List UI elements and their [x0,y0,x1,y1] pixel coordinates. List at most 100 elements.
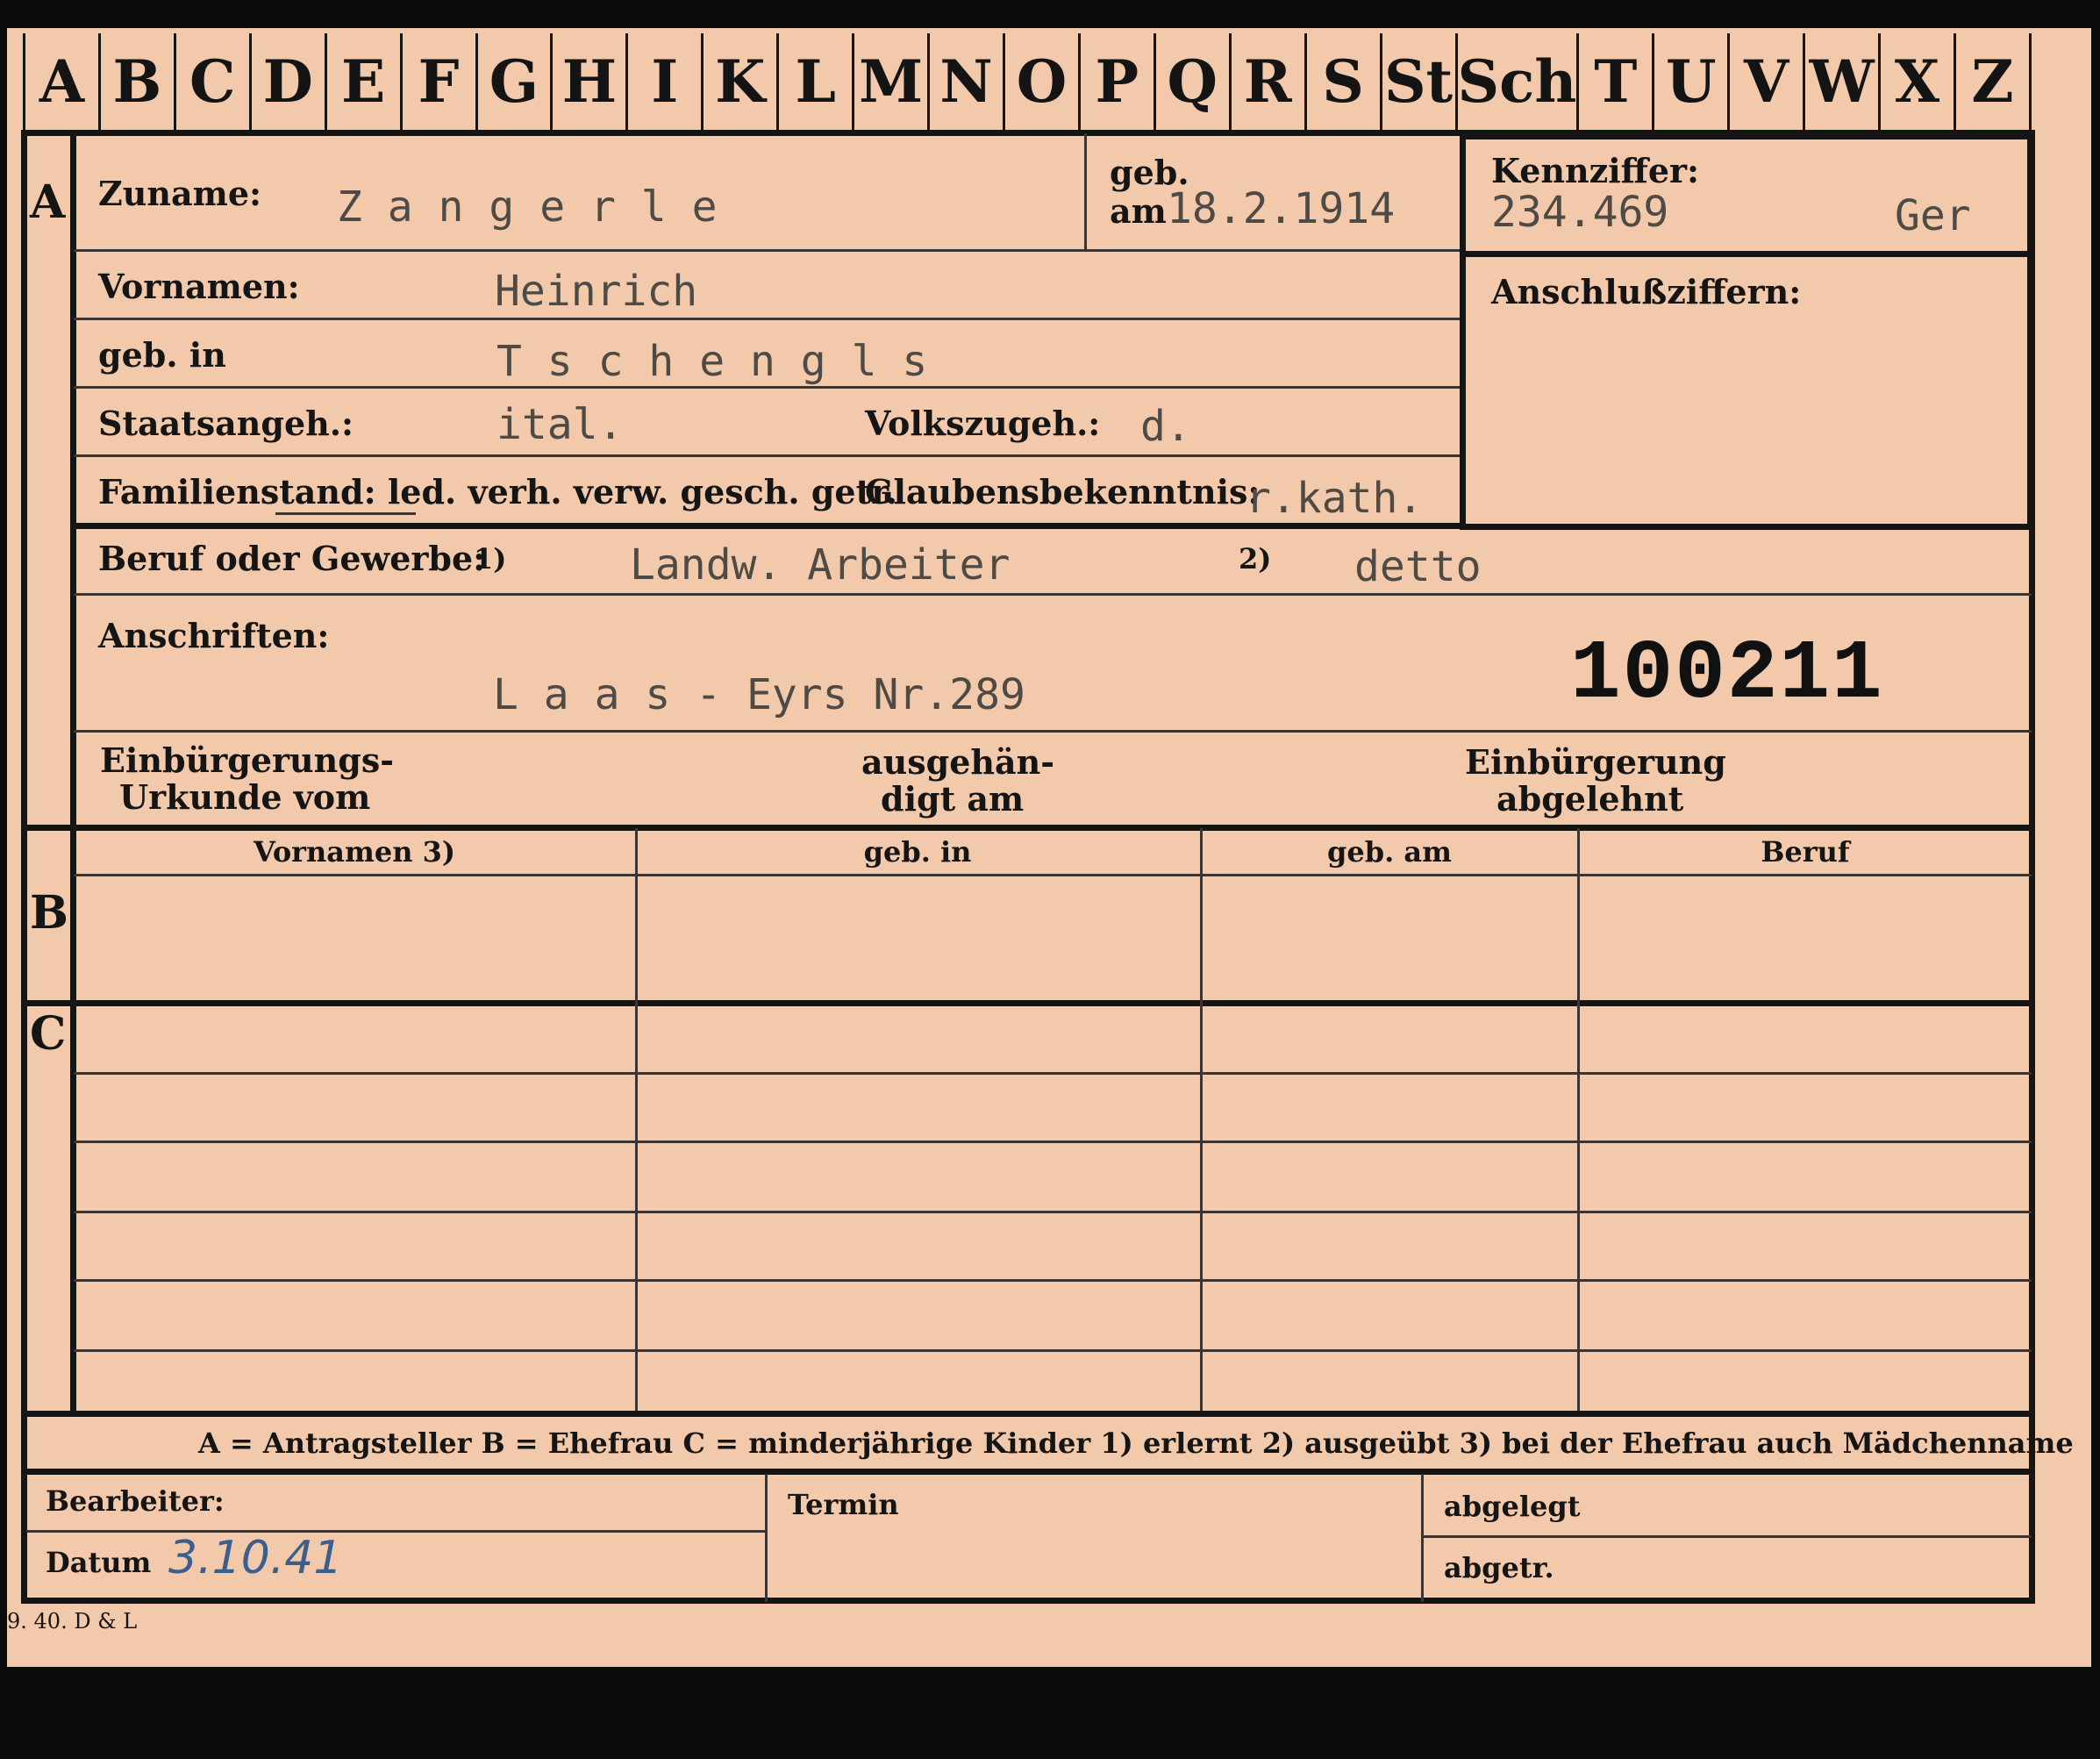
occupation-1-value: Landw. Arbeiter [630,540,1011,590]
table-col-line [635,828,638,1411]
spouse-col-birthplace: geb. in [863,835,972,869]
born-date-divider [1084,133,1087,249]
index-tab-h[interactable]: H [550,33,626,130]
index-tab-t[interactable]: T [1576,33,1653,130]
occupation-label: Beruf oder Gewerbe: [98,539,486,578]
stamp-number: 100211 [1570,626,1884,722]
occupation-mark-1: 1) [474,542,507,576]
index-tab-sch[interactable]: Sch [1454,33,1577,130]
section-a-label: A [30,175,66,229]
refused-label-1: Einbürgerung [1465,742,1726,782]
index-tab-q[interactable]: Q [1153,33,1229,130]
index-tab-z[interactable]: Z [1953,33,2032,130]
index-tab-k[interactable]: K [701,33,777,130]
term-label: Termin [788,1488,899,1521]
citizenship-label: Staatsangeh.: [98,404,354,443]
firstname-label: Vornamen: [98,267,300,306]
print-code: 9. 40. D & L [7,1609,138,1634]
birthplace-label: geb. in [98,335,226,375]
born-label-2: am [1110,191,1167,231]
index-tab-m[interactable]: M [852,33,928,130]
row-divider [74,593,2032,596]
index-tab-f[interactable]: F [399,33,475,130]
child-row-divider [74,1279,2032,1282]
address-label: Anschriften: [98,616,330,655]
child-row-divider [74,1349,2032,1352]
spouse-header-divider [74,874,2032,876]
firstname-value: Heinrich [495,267,698,316]
row-divider [74,318,1460,320]
index-tab-x[interactable]: X [1878,33,1954,130]
index-tab-c[interactable]: C [173,33,249,130]
row-divider [74,386,1460,389]
index-tab-r[interactable]: R [1228,33,1304,130]
index-tab-d[interactable]: D [248,33,325,130]
row-divider [74,454,1460,457]
child-row-divider [74,1140,2032,1143]
ethnicity-value: d. [1140,402,1191,451]
index-tab-u[interactable]: U [1652,33,1728,130]
legend-top-border [21,1411,2035,1417]
index-tab-a[interactable]: A [23,33,98,130]
filed-label: abgelegt [1444,1490,1581,1523]
index-tab-o[interactable]: O [1002,33,1078,130]
row-divider [74,730,2032,733]
spouse-col-firstnames: Vornamen 3) [253,835,456,869]
footer-row-divider [1423,1535,2032,1538]
index-tab-w[interactable]: W [1803,33,1879,130]
index-tab-n[interactable]: N [927,33,1003,130]
citizenship-value: ital. [496,400,624,449]
ethnicity-label: Volkszugeh.: [865,404,1101,443]
clerk-label: Bearbeiter: [46,1484,225,1518]
index-tab-i[interactable]: I [625,33,702,130]
date-value: 3.10.41 [168,1532,343,1584]
section-c-label: C [30,1007,67,1061]
row-divider [74,523,1460,529]
religion-value: r.kath. [1246,474,1424,523]
marital-underline [275,512,416,515]
child-row-divider [74,1211,2032,1213]
handed-over-label-1: ausgehän- [861,742,1055,782]
marital-status-label: Familienstand: led. verh. verw. gesch. g… [98,472,897,511]
legend-text: A = Antragsteller B = Ehefrau C = minder… [198,1427,2074,1460]
child-row-divider [74,1072,2032,1075]
copied-label: abgetr. [1444,1551,1554,1584]
naturalization-cert-label-2: Urkunde vom [119,777,371,817]
handed-over-label-2: digt am [881,779,1025,819]
table-col-line [1200,828,1203,1411]
address-value: L a a s - Eyrs Nr.289 [493,670,1025,719]
occupation-mark-2: 2) [1239,542,1272,576]
index-tab-p[interactable]: P [1077,33,1154,130]
birthplace-value: T s c h e n g l s [496,337,928,386]
index-tab-st[interactable]: St [1379,33,1455,130]
naturalization-cert-label-1: Einbürgerungs- [100,740,395,780]
spouse-col-occupation: Beruf [1761,835,1850,869]
footer-row-divider [26,1530,765,1533]
born-date-value: 18.2.1914 [1167,184,1396,233]
footer-col-line [765,1474,768,1602]
surname-label: Zuname: [98,174,262,213]
table-col-line [1577,828,1580,1411]
id-label: Kennziffer: [1491,151,1700,190]
spouse-col-birthdate: geb. am [1327,835,1452,869]
index-tab-s[interactable]: S [1304,33,1380,130]
index-tab-e[interactable]: E [324,33,400,130]
section-b-label: B [30,886,68,940]
id-number: 234.469 [1491,188,1669,237]
alphabet-index-tabs: A B C D E F G H I K L M N O P Q R S St Sch T U V W X Z [23,33,2032,130]
section-column-divider [70,130,76,1411]
religion-label: Glaubensbekenntnis: [865,472,1261,511]
id-code: Ger [1895,191,1971,240]
index-tab-v[interactable]: V [1727,33,1804,130]
index-tab-g[interactable]: G [475,33,551,130]
index-tab-l[interactable]: L [776,33,853,130]
occupation-2-value: detto [1354,542,1482,591]
legend-bottom-border [21,1469,2035,1475]
section-b-top-border [21,825,2035,831]
section-c-top-border [21,1000,2035,1006]
date-label: Datum [46,1546,152,1579]
id-box-divider [1460,251,2033,257]
row-divider [74,249,1460,252]
index-tab-b[interactable]: B [97,33,174,130]
footer-col-line [1421,1474,1424,1602]
